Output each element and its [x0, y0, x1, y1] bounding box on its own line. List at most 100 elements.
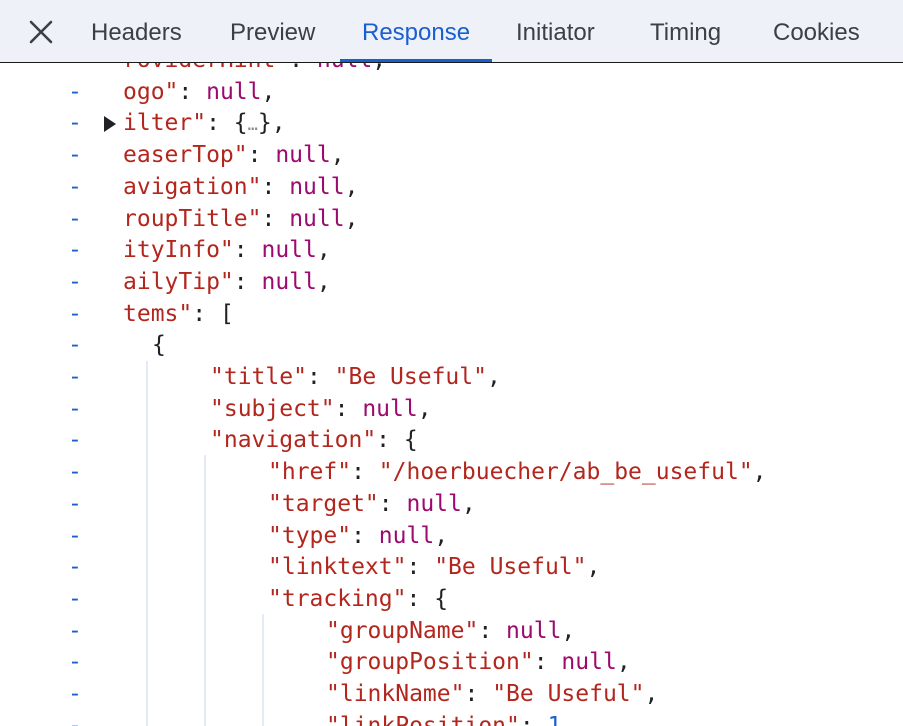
json-line: -{	[0, 330, 903, 361]
json-entry: "groupPosition": null,	[326, 647, 631, 678]
json-punct: :	[233, 268, 262, 295]
json-punct: ,	[330, 142, 345, 169]
json-value: null	[362, 395, 418, 422]
json-entry: ailyTip": null,	[123, 267, 331, 298]
json-line: - "subject": null,	[0, 394, 903, 425]
expand-triangle-icon[interactable]	[104, 116, 116, 133]
tab-headers[interactable]: Headers	[91, 0, 182, 62]
line-marker: -	[68, 110, 82, 137]
json-entry: ityInfo": null,	[123, 235, 331, 266]
json-line: - "target": null,	[0, 489, 903, 520]
json-key: "linkName"	[326, 681, 465, 707]
json-line: - "title": "Be Useful",	[0, 362, 903, 393]
json-punct: ,	[316, 268, 331, 295]
json-key: ilter"	[123, 110, 207, 137]
line-marker: -	[68, 237, 82, 264]
json-key: "groupName"	[326, 617, 479, 644]
json-line: - roviderHint": null,	[0, 63, 903, 76]
json-key: "linkPosition"	[326, 712, 520, 726]
line-marker: -	[68, 554, 82, 581]
json-key: roviderHint"	[123, 63, 289, 73]
json-value: {	[233, 110, 248, 137]
json-entry: "href": "/hoerbuecher/ab_be_useful",	[268, 457, 767, 488]
json-punct: :	[378, 490, 407, 517]
json-line: - roupTitle": null,	[0, 204, 903, 235]
json-value: "Be Useful"	[434, 554, 587, 581]
json-punct: :	[334, 395, 363, 422]
json-value: null	[206, 78, 262, 105]
json-line: - "groupName": null,	[0, 616, 903, 647]
line-marker: -	[68, 173, 82, 200]
json-punct: ,	[561, 617, 576, 644]
json-line: - "groupPosition": null,	[0, 647, 903, 678]
tab-response[interactable]: Response	[339, 0, 493, 62]
tab-initiator[interactable]: Initiator	[516, 0, 595, 62]
line-marker: -	[68, 300, 82, 327]
json-punct: :	[261, 173, 290, 200]
json-entry: easerTop": null,	[123, 140, 345, 171]
json-punct: :	[519, 712, 548, 726]
json-key: "navigation"	[210, 427, 377, 454]
json-key: ogo"	[123, 78, 179, 105]
json-line: - ityInfo": null,	[0, 235, 903, 266]
json-key: easerTop"	[123, 142, 248, 169]
json-punct: :	[351, 459, 379, 486]
line-marker: -	[68, 585, 82, 612]
json-entry: "subject": null,	[210, 394, 432, 425]
json-key: "href"	[268, 459, 352, 486]
json-punct: ,	[752, 459, 767, 486]
json-entry: "groupName": null,	[326, 616, 575, 647]
json-line: - "navigation": {	[0, 425, 903, 456]
json-punct: ,	[344, 173, 359, 200]
json-entry: "linkName": "Be Useful",	[326, 679, 658, 710]
json-punct: ,	[616, 649, 631, 676]
json-line: - "linktext": "Be Useful",	[0, 552, 903, 583]
json-value: "Be Useful"	[334, 364, 487, 390]
tab-preview[interactable]: Preview	[230, 0, 315, 62]
devtools-tab-bar: Headers Preview Response Initiator Timin…	[0, 0, 903, 63]
line-marker: -	[68, 427, 82, 454]
json-key: "target"	[268, 490, 379, 517]
line-marker: -	[68, 332, 82, 359]
line-marker: -	[68, 205, 82, 232]
json-line: - ailyTip": null,	[0, 267, 903, 298]
json-line: - tems": [	[0, 299, 903, 330]
json-value: null	[506, 617, 562, 644]
json-line: - "type": null,	[0, 521, 903, 552]
json-entry: tems": [	[123, 299, 234, 330]
json-key: ityInfo"	[123, 237, 234, 264]
json-entry: avigation": null,	[123, 172, 358, 203]
json-value: "Be Useful"	[492, 681, 645, 707]
json-punct: :	[406, 585, 435, 612]
json-punct: :	[406, 554, 435, 581]
json-value: [	[219, 300, 234, 327]
tab-cookies[interactable]: Cookies	[773, 0, 860, 62]
json-entry: {	[152, 330, 166, 361]
json-line: - "href": "/hoerbuecher/ab_be_useful",	[0, 457, 903, 488]
json-punct: :	[351, 522, 379, 549]
json-punct: ,	[586, 554, 601, 581]
json-value: 1	[547, 712, 562, 726]
tab-timing[interactable]: Timing	[650, 0, 721, 62]
json-punct: ,	[461, 490, 476, 517]
line-marker: -	[68, 268, 82, 295]
json-punct: ,	[417, 395, 432, 422]
line-marker: -	[68, 63, 82, 76]
line-marker: -	[68, 78, 82, 105]
json-punct: :	[464, 681, 493, 707]
json-line: - "linkPosition": 1	[0, 711, 903, 726]
json-entry: "linktext": "Be Useful",	[268, 552, 600, 583]
json-line: - ilter": {…},	[0, 108, 903, 139]
json-value: {	[152, 332, 166, 359]
close-button[interactable]	[24, 15, 58, 49]
json-key: tems"	[123, 300, 193, 327]
json-entry: ogo": null,	[123, 77, 275, 108]
line-marker: -	[68, 490, 82, 517]
response-body[interactable]: - roviderHint": null, - ogo": null, - ilter":…	[0, 63, 903, 726]
json-punct: :	[178, 78, 207, 105]
json-punct: ,	[644, 681, 659, 707]
line-marker: -	[68, 364, 82, 390]
json-punct: :	[533, 649, 562, 676]
json-entry: "tracking": {	[268, 584, 448, 615]
json-entry: "target": null,	[268, 489, 476, 520]
